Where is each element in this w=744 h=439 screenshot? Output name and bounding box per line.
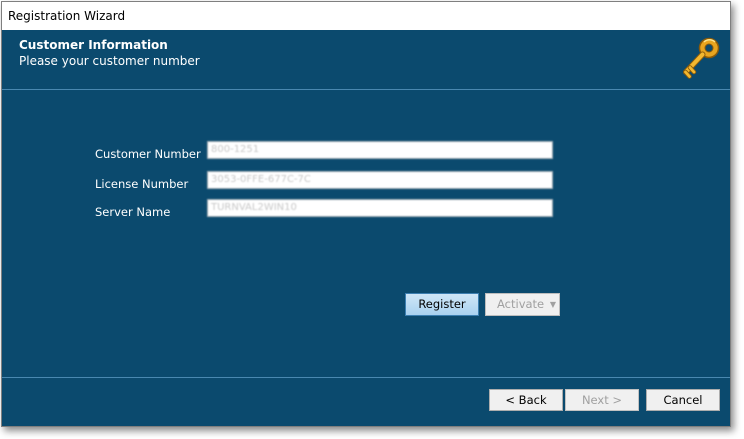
activate-dropdown-button[interactable]: Activate ▼ [485,293,560,316]
activate-button-label: Activate [497,297,545,311]
customer-number-label: Customer Number [95,147,201,161]
register-button[interactable]: Register [405,293,479,316]
chevron-down-icon: ▼ [549,300,556,309]
back-button[interactable]: < Back [489,389,563,411]
license-number-field[interactable]: 3053-0FFE-677C-7C [207,171,553,189]
title-bar: Registration Wizard [2,2,730,30]
window-title: Registration Wizard [8,9,126,23]
header-title: Customer Information [19,38,168,52]
key-icon [683,37,720,79]
wizard-header: Customer Information Please your custome… [2,30,730,89]
wizard-footer: < Back Next > Cancel [2,378,730,426]
next-button[interactable]: Next > [565,389,639,411]
registration-wizard-window: Registration Wizard Customer Information… [1,1,731,427]
cancel-button[interactable]: Cancel [646,389,720,411]
wizard-content: Customer Number 800-1251 License Number … [2,90,730,377]
license-number-label: License Number [95,177,189,191]
server-name-field[interactable]: TURNVAL2WIN10 [207,199,553,217]
server-name-label: Server Name [95,205,171,219]
header-subtitle: Please your customer number [19,54,200,68]
customer-number-field[interactable]: 800-1251 [207,141,553,159]
